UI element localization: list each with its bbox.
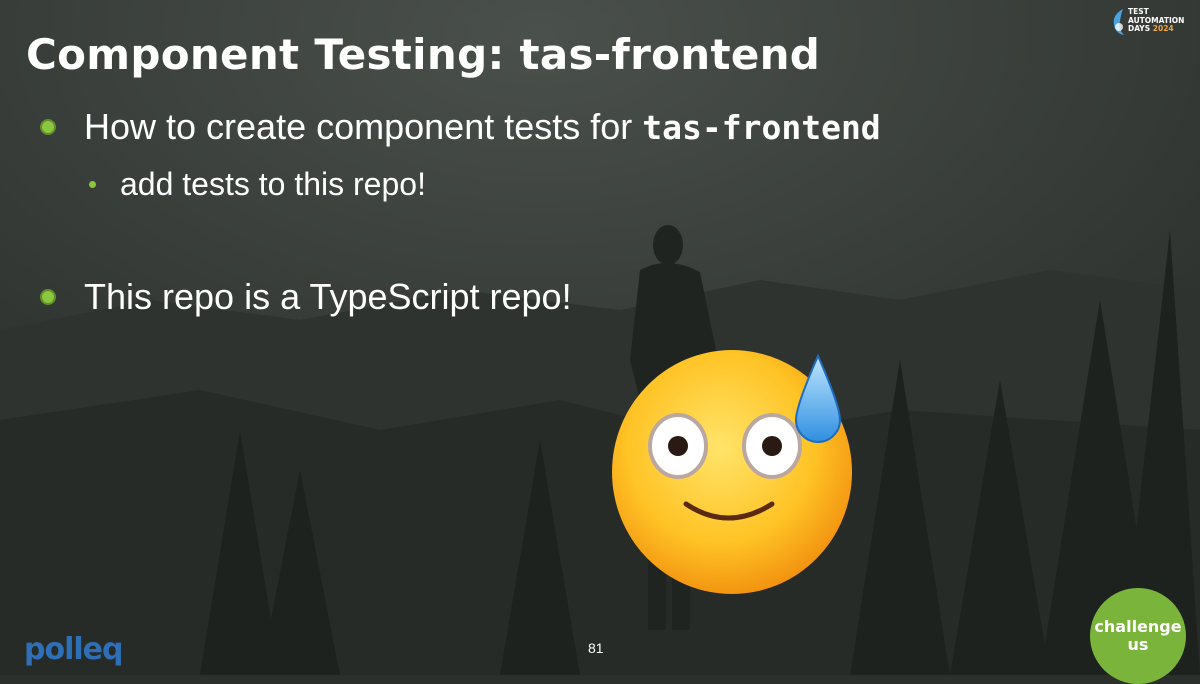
slide-title: Component Testing: tas-frontend bbox=[26, 30, 821, 79]
background-photo bbox=[0, 0, 1200, 675]
company-logo: polleq bbox=[24, 632, 123, 667]
page-number: 81 bbox=[588, 640, 604, 656]
bullet-code: tas-frontend bbox=[642, 107, 881, 147]
sub-bullet-icon bbox=[89, 181, 96, 188]
sub-bullet-text: add tests to this repo! bbox=[120, 166, 426, 202]
bullet-text: This repo is a TypeScript repo! bbox=[84, 276, 572, 317]
sweat-smile-face-icon bbox=[612, 350, 852, 594]
bullet-text: How to create component tests for bbox=[84, 106, 643, 147]
sub-bullet-item: add tests to this repo! bbox=[89, 166, 426, 203]
badge-line: us bbox=[1127, 635, 1149, 654]
bullet-item: This repo is a TypeScript repo! bbox=[40, 276, 572, 318]
event-logo-line: DAYS bbox=[1128, 24, 1151, 33]
challenge-us-badge: challenge us bbox=[1090, 588, 1186, 684]
event-logo: TEST AUTOMATION DAYS 2024 bbox=[1110, 6, 1196, 38]
badge-line: challenge bbox=[1094, 617, 1182, 636]
bullet-icon bbox=[40, 289, 56, 305]
event-logo-icon bbox=[1113, 9, 1124, 35]
event-year: 2024 bbox=[1152, 24, 1174, 33]
bullet-icon bbox=[40, 119, 56, 135]
bullet-item: How to create component tests for tas-fr… bbox=[40, 106, 881, 148]
